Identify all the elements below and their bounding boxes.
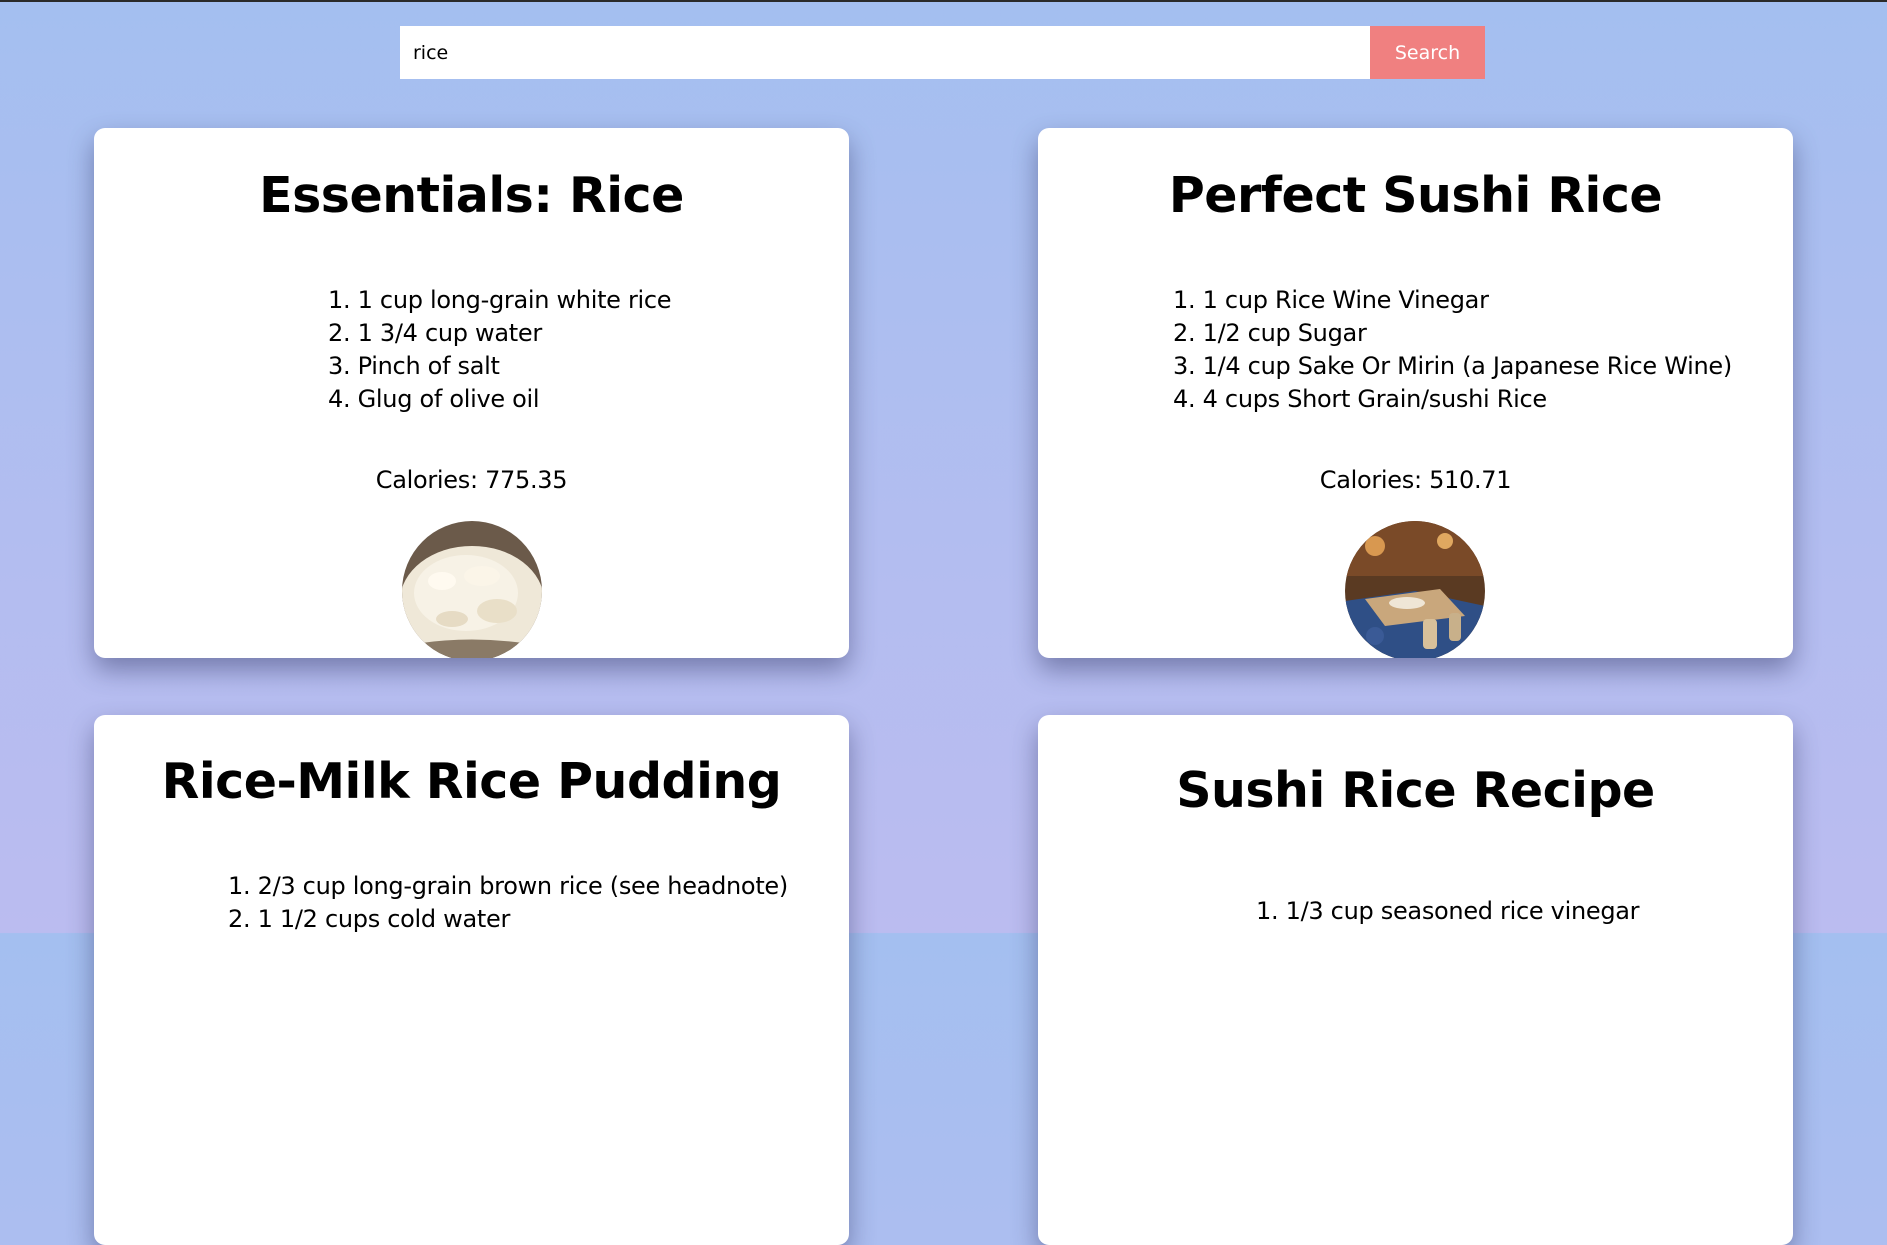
ingredient-item: 2. 1 3/4 cup water — [328, 319, 542, 347]
ingredient-list: 1. 1 cup long-grain white rice 2. 1 3/4 … — [328, 284, 672, 416]
recipe-card[interactable]: Essentials: Rice 1. 1 cup long-grain whi… — [94, 128, 849, 658]
ingredient-item: 3. Pinch of salt — [328, 352, 500, 380]
recipe-title: Rice-Milk Rice Pudding — [161, 753, 782, 810]
ingredient-item: 2. 1/2 cup Sugar — [1173, 319, 1367, 347]
sushi-kitchen-icon — [1345, 521, 1485, 658]
ingredient-item: 1. 1 cup Rice Wine Vinegar — [1173, 286, 1489, 314]
ingredient-item: 1. 2/3 cup long-grain brown rice (see he… — [228, 872, 788, 900]
recipe-card[interactable]: Sushi Rice Recipe 1. 1/3 cup seasoned ri… — [1038, 715, 1793, 1245]
recipe-title: Perfect Sushi Rice — [1168, 167, 1663, 224]
recipe-title: Essentials: Rice — [259, 167, 684, 224]
ingredient-item: 4. Glug of olive oil — [328, 385, 540, 413]
bowl-of-rice-icon — [402, 521, 542, 658]
ingredient-item: 1. 1 cup long-grain white rice — [328, 286, 672, 314]
calorie-count: Calories: 775.35 — [375, 466, 568, 494]
recipe-card[interactable]: Rice-Milk Rice Pudding 1. 2/3 cup long-g… — [94, 715, 849, 1245]
ingredient-list: 1. 1/3 cup seasoned rice vinegar — [1256, 895, 1640, 928]
search-button[interactable]: Search — [1370, 26, 1485, 79]
recipe-image — [402, 521, 542, 658]
ingredient-item: 3. 1/4 cup Sake Or Mirin (a Japanese Ric… — [1173, 352, 1732, 380]
calorie-count: Calories: 510.71 — [1319, 466, 1512, 494]
ingredient-list: 1. 1 cup Rice Wine Vinegar 2. 1/2 cup Su… — [1173, 284, 1732, 416]
recipe-image — [1345, 521, 1485, 658]
recipe-title: Sushi Rice Recipe — [1176, 762, 1655, 819]
search-bar: Search — [400, 26, 1485, 79]
recipe-card[interactable]: Perfect Sushi Rice 1. 1 cup Rice Wine Vi… — [1038, 128, 1793, 658]
ingredient-item: 1. 1/3 cup seasoned rice vinegar — [1256, 897, 1640, 925]
ingredient-list: 1. 2/3 cup long-grain brown rice (see he… — [228, 870, 788, 936]
search-input[interactable] — [400, 26, 1370, 79]
ingredient-item: 4. 4 cups Short Grain/sushi Rice — [1173, 385, 1547, 413]
ingredient-item: 2. 1 1/2 cups cold water — [228, 905, 511, 933]
